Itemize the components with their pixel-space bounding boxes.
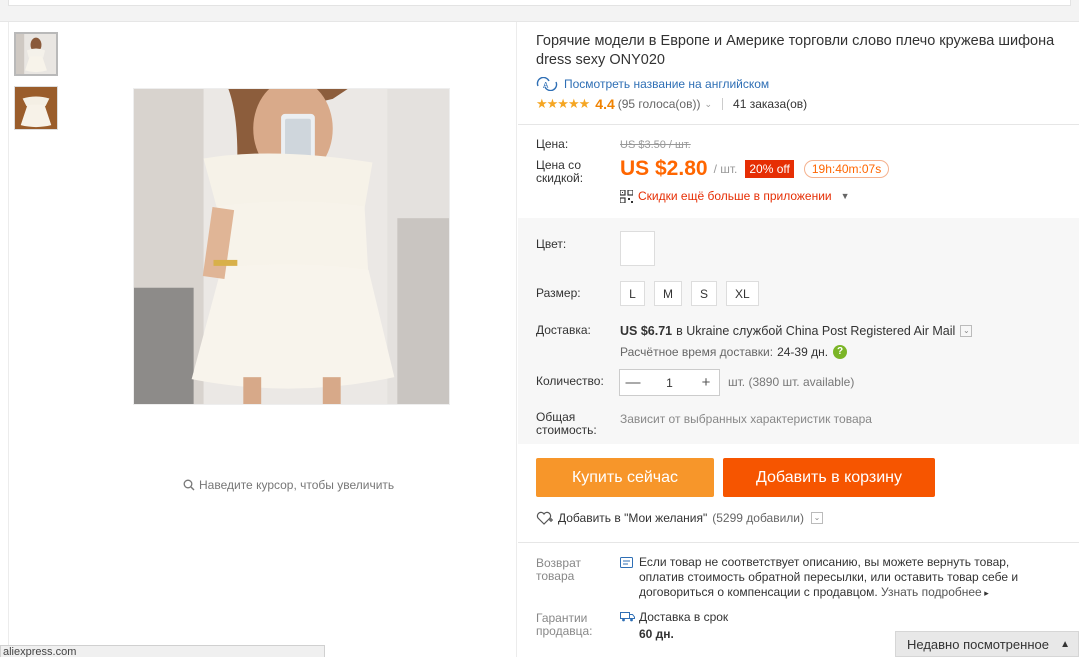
delivery-days: 24-39 дн. — [777, 345, 829, 359]
rating-votes[interactable]: (95 голоса(ов)) — [618, 97, 701, 111]
size-label: Размер: — [536, 286, 581, 300]
size-option-l[interactable]: L — [620, 281, 645, 306]
wishlist-link[interactable]: Добавить в "Мои желания" (5299 добавили)… — [536, 511, 824, 525]
thumbnail-1[interactable] — [14, 32, 58, 76]
learn-more-link[interactable]: Узнать подробнее — [881, 585, 989, 599]
color-label: Цвет: — [536, 237, 567, 251]
shipping-method[interactable]: US $6.71 в Ukraine службой China Post Re… — [620, 324, 973, 338]
size-option-s[interactable]: S — [691, 281, 718, 306]
main-product-image[interactable] — [133, 88, 450, 405]
dress-photo — [134, 89, 449, 404]
caret-down-icon[interactable]: ▼ — [841, 191, 850, 201]
thumbnail-2-image — [15, 87, 57, 129]
app-deal-text[interactable]: Скидки ещё больше в приложении — [638, 189, 832, 203]
product-title: Горячие модели в Европе и Америке торгов… — [536, 33, 1055, 68]
recently-viewed-tab[interactable]: Недавно посмотренное ▲ — [895, 631, 1079, 657]
size-option-m[interactable]: M — [654, 281, 682, 306]
color-swatch[interactable] — [620, 231, 655, 266]
top-strip — [0, 0, 1079, 22]
total-label: Общая стоимость: — [536, 410, 597, 437]
shipping-price: US $6.71 — [620, 324, 673, 338]
rating-separator — [722, 98, 724, 110]
add-to-cart-button[interactable]: Добавить в корзину — [723, 458, 935, 497]
delivery-time-label: Расчётное время доставки: — [620, 345, 774, 359]
caret-up-icon: ▲ — [1060, 638, 1070, 650]
chevron-down-icon[interactable]: ⌄ — [960, 325, 973, 337]
chevron-down-icon[interactable]: ⌄ — [811, 512, 824, 524]
discount-badge: 20% off — [745, 160, 794, 178]
quantity-decrease-button[interactable]: — — [620, 374, 646, 391]
translate-icon: A — [536, 77, 558, 91]
shipping-text: в Ukraine службой China Post Registered … — [676, 324, 956, 338]
magnifier-icon — [183, 479, 195, 491]
chevron-down-icon[interactable]: ⌄ — [704, 99, 712, 110]
size-option-xl[interactable]: XL — [726, 281, 759, 306]
buy-now-button[interactable]: Купить сейчас — [536, 458, 714, 497]
price-label: Цена: — [536, 137, 569, 151]
browser-status-bar: aliexpress.com — [0, 645, 325, 657]
return-label: Возврат товара — [536, 556, 581, 583]
rating-stars: ★★★★★ — [536, 96, 590, 111]
app-deal-link[interactable]: Скидки ещё больше в приложении ▼ — [620, 189, 850, 203]
thumbnail-2[interactable] — [14, 86, 58, 130]
quantity-increase-button[interactable]: + — [693, 374, 719, 391]
current-price: US $2.80 — [620, 157, 708, 180]
quantity-label: Количество: — [536, 374, 604, 388]
help-icon[interactable]: ? — [833, 345, 848, 359]
recently-viewed-label: Недавно посмотренное — [907, 636, 1049, 652]
size-options: L M S XL — [620, 281, 759, 306]
quantity-input[interactable]: 1 — [646, 376, 693, 390]
delivery-time: Расчётное время доставки: 24-39 дн. ? — [620, 345, 848, 359]
countdown-timer: 19h:40m:07s — [803, 160, 890, 178]
rating-score: 4.4 — [595, 96, 615, 112]
orders-count: 41 заказа(ов) — [733, 97, 808, 111]
price-row: US $2.80 / шт. 20% off 19h:40m:07s — [620, 157, 890, 181]
wishlist-count: (5299 добавили) — [712, 511, 805, 525]
top-strip-inner — [8, 0, 1071, 6]
truck-icon — [620, 612, 635, 622]
quantity-stepper: — 1 + — [619, 369, 720, 396]
discount-price-label: Цена со скидкой: — [536, 158, 584, 185]
rating-row: ★★★★★ 4.4 (95 голоса(ов)) ⌄ 41 заказа(ов… — [536, 96, 807, 112]
price-unit: / шт. — [713, 162, 738, 176]
stock-available: шт. (3890 шт. available) — [728, 375, 855, 389]
old-price: US $3.50 / шт. — [620, 139, 691, 151]
seller-guarantee-text: Доставка в срок — [639, 610, 729, 624]
heart-icon — [536, 511, 553, 525]
divider — [518, 124, 1079, 125]
qr-code-icon — [620, 189, 633, 203]
return-icon — [620, 557, 633, 568]
thumbnail-1-image — [16, 34, 56, 74]
translate-link[interactable]: A Посмотреть название на английском — [536, 77, 769, 91]
shipping-label: Доставка: — [536, 323, 591, 337]
return-policy: Если товар не соответствует описанию, вы… — [639, 555, 1049, 601]
translate-link-text[interactable]: Посмотреть название на английском — [564, 77, 769, 91]
zoom-hint: Наведите курсор, чтобы увеличить — [183, 478, 394, 492]
divider — [518, 542, 1079, 543]
svg-text:A: A — [543, 81, 549, 90]
seller-guarantee-label: Гарантии продавца: — [536, 611, 593, 638]
zoom-hint-text: Наведите курсор, чтобы увеличить — [199, 478, 395, 492]
total-value: Зависит от выбранных характеристик товар… — [620, 412, 872, 426]
wishlist-text[interactable]: Добавить в "Мои желания" — [558, 511, 707, 525]
